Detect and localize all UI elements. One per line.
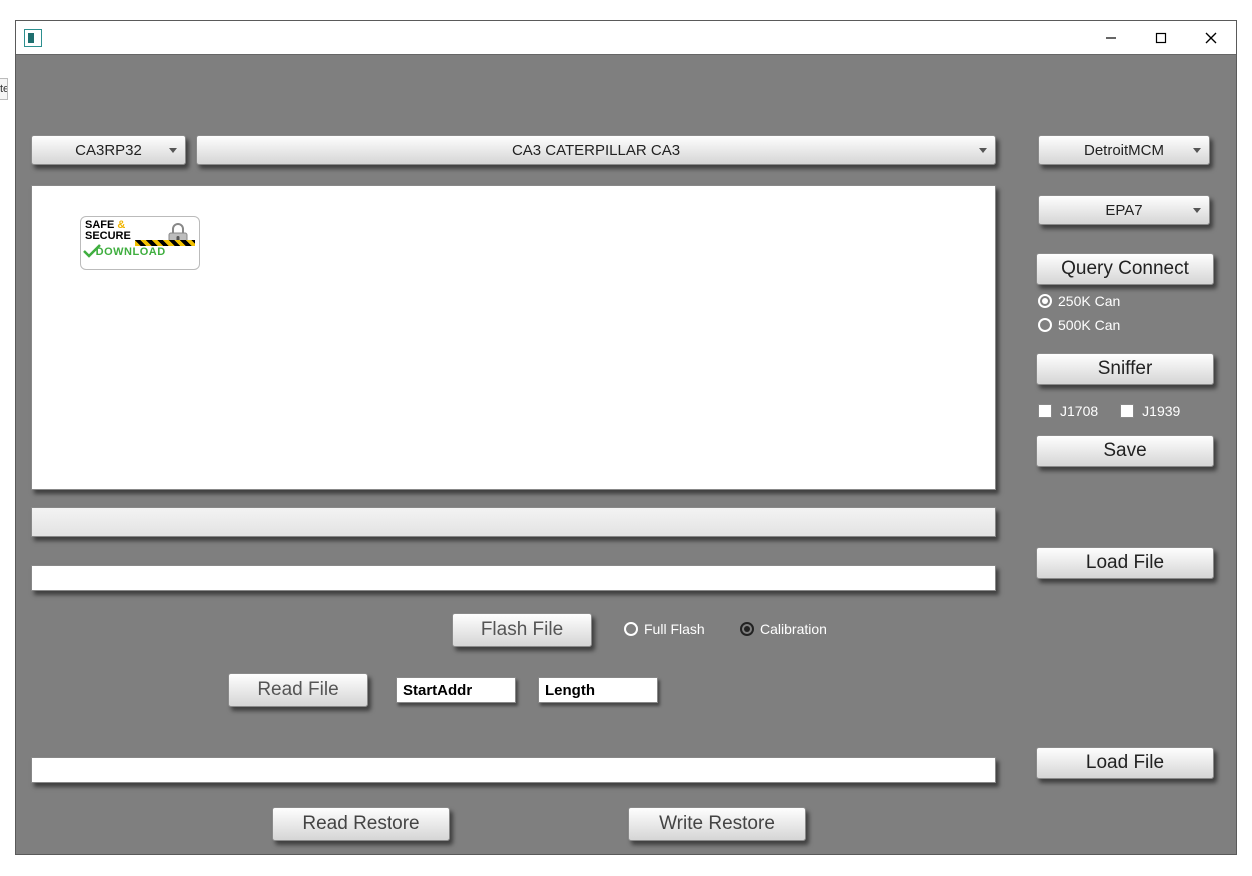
checkbox-j1939[interactable]: [1120, 404, 1134, 418]
start-addr-placeholder: StartAddr: [403, 682, 472, 699]
save-button[interactable]: Save: [1036, 435, 1214, 467]
background-tab-truncated: ted: [0, 78, 8, 100]
vehicle-dropdown-value: CA3 CATERPILLAR CA3: [512, 142, 680, 159]
module-dropdown-value: DetroitMCM: [1084, 142, 1164, 159]
load-file-button-2[interactable]: Load File: [1036, 747, 1214, 779]
progress-bar: [31, 507, 996, 537]
minimize-button[interactable]: [1086, 21, 1136, 54]
spec-dropdown-value: EPA7: [1105, 202, 1142, 219]
radio-500k-label: 500K Can: [1058, 317, 1120, 333]
load-file-button-1[interactable]: Load File: [1036, 547, 1214, 579]
adapter-dropdown-value: CA3RP32: [75, 142, 142, 159]
checkbox-j1708[interactable]: [1038, 404, 1052, 418]
file-path-field-1[interactable]: [31, 565, 996, 591]
query-connect-button[interactable]: Query Connect: [1036, 253, 1214, 285]
radio-250k-label: 250K Can: [1058, 293, 1120, 309]
badge-line3: DOWNLOAD: [96, 246, 166, 258]
maximize-button[interactable]: [1136, 21, 1186, 54]
checkbox-j1939-label: J1939: [1142, 403, 1180, 419]
checkmark-icon: [83, 244, 101, 258]
adapter-dropdown[interactable]: CA3RP32: [31, 135, 186, 165]
module-dropdown[interactable]: DetroitMCM: [1038, 135, 1210, 165]
app-icon: [24, 29, 42, 47]
radio-250k-can[interactable]: [1038, 294, 1052, 308]
radio-full-flash-label: Full Flash: [644, 621, 705, 637]
radio-calibration-label: Calibration: [760, 621, 827, 637]
safe-secure-badge: SAFE & SECURE DOWNLOAD: [80, 216, 200, 270]
sniffer-button[interactable]: Sniffer: [1036, 353, 1214, 385]
read-file-button[interactable]: Read File: [228, 673, 368, 707]
badge-line2: SECURE: [85, 230, 131, 242]
radio-500k-can[interactable]: [1038, 318, 1052, 332]
length-placeholder: Length: [545, 682, 595, 699]
vehicle-dropdown[interactable]: CA3 CATERPILLAR CA3: [196, 135, 996, 165]
flash-file-button[interactable]: Flash File: [452, 613, 592, 647]
write-restore-button[interactable]: Write Restore: [628, 807, 806, 841]
length-input[interactable]: Length: [538, 677, 658, 703]
radio-calibration[interactable]: [740, 622, 754, 636]
checkbox-j1708-label: J1708: [1060, 403, 1098, 419]
app-window: CA3RP32 CA3 CATERPILLAR CA3 DetroitMCM E…: [15, 20, 1237, 855]
read-restore-button[interactable]: Read Restore: [272, 807, 450, 841]
file-path-field-2[interactable]: [31, 757, 996, 783]
close-button[interactable]: [1186, 21, 1236, 54]
start-addr-input[interactable]: StartAddr: [396, 677, 516, 703]
radio-full-flash[interactable]: [624, 622, 638, 636]
log-panel: SAFE & SECURE DOWNLOAD: [31, 185, 996, 490]
spec-dropdown[interactable]: EPA7: [1038, 195, 1210, 225]
titlebar: [16, 21, 1236, 55]
